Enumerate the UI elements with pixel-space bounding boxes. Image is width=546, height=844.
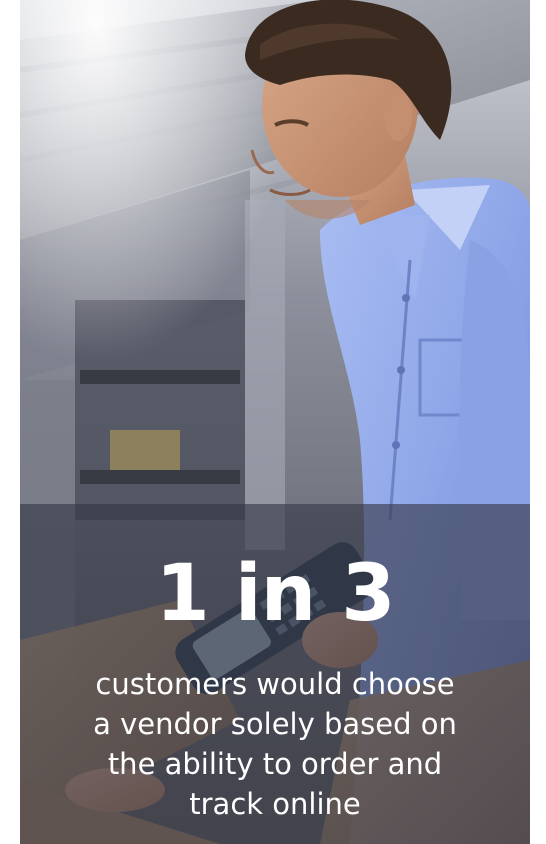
stat-caption-line: the ability to order and [107,747,443,781]
stat-caption-line: customers would choose [95,667,455,701]
promo-card: 1 in 3 customers would choose a vendor s… [20,0,530,844]
stat-caption-line: track online [189,787,361,821]
stat-headline: 1 in 3 [155,549,395,639]
stat-caption: customers would choose a vendor solely b… [40,664,510,824]
stat-caption-line: a vendor solely based on [93,707,457,741]
